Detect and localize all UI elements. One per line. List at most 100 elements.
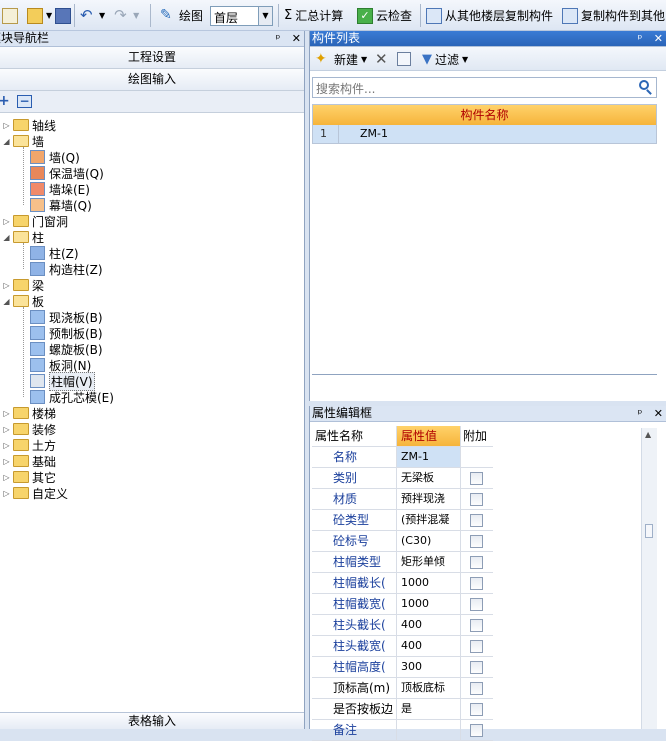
extra-checkbox[interactable] — [470, 493, 483, 506]
extra-checkbox[interactable] — [470, 472, 483, 485]
close-icon[interactable]: ✕ — [654, 407, 663, 420]
property-row[interactable]: 砼标号 (C30) — [312, 531, 493, 552]
property-row[interactable]: 砼类型 (预拌混凝 — [312, 510, 493, 531]
draw-input-button[interactable]: 绘图输入 — [0, 69, 304, 91]
extra-checkbox[interactable] — [470, 640, 483, 653]
delete-icon[interactable]: ✕ — [375, 50, 388, 68]
tree-folder[interactable]: ▷ 楼梯 — [2, 405, 56, 421]
property-value[interactable]: (预拌混凝 — [397, 510, 461, 530]
property-value[interactable]: 1000 — [397, 594, 461, 614]
tree-folder[interactable]: ▷ 装修 — [2, 421, 56, 437]
expand-arrow-icon[interactable]: ▷ — [2, 425, 11, 434]
open-folder-icon[interactable] — [27, 7, 43, 24]
property-row[interactable]: 柱头截长(400 — [312, 615, 493, 636]
extra-checkbox[interactable] — [470, 661, 483, 674]
property-value[interactable]: 预拌现浇 — [397, 489, 461, 509]
property-value[interactable]: 400 — [397, 636, 461, 656]
extra-checkbox[interactable] — [470, 619, 483, 632]
tree-item[interactable]: 墙(Q) — [30, 149, 80, 165]
tree-item[interactable]: 成孔芯模(E) — [30, 389, 114, 405]
expand-arrow-icon[interactable]: ▷ — [2, 457, 11, 466]
tree-item[interactable]: 构造柱(Z) — [30, 261, 103, 277]
property-value[interactable]: ZM-1 — [397, 447, 461, 467]
open-dropdown-icon[interactable]: ▼ — [46, 11, 52, 20]
redo-icon[interactable]: ↷ — [114, 7, 130, 24]
chevron-down-icon[interactable]: ▼ — [258, 7, 272, 25]
property-value[interactable]: (C30) — [397, 531, 461, 551]
expand-arrow-icon[interactable]: ▷ — [2, 489, 11, 498]
extra-checkbox[interactable] — [470, 556, 483, 569]
expand-arrow-icon[interactable]: ▷ — [2, 473, 11, 482]
property-row[interactable]: 柱头截宽(400 — [312, 636, 493, 657]
new-file-icon[interactable] — [2, 7, 18, 24]
search-icon[interactable] — [637, 79, 655, 96]
property-row[interactable]: 备注 — [312, 720, 493, 741]
pin-icon[interactable]: ᵖ — [276, 32, 281, 45]
tree-item[interactable]: 柱帽(V) — [30, 371, 95, 391]
collapse-arrow-icon[interactable]: ◢ — [2, 297, 11, 306]
table-input-button[interactable]: 表格输入 — [0, 712, 304, 729]
expand-all-icon[interactable]: + — [0, 93, 10, 109]
expand-arrow-icon[interactable]: ▷ — [2, 441, 11, 450]
extra-checkbox[interactable] — [470, 682, 483, 695]
property-value[interactable]: 顶板底标 — [397, 678, 461, 698]
tree-folder[interactable]: ▷ 其它 — [2, 469, 56, 485]
property-row[interactable]: 材质 预拌现浇 — [312, 489, 493, 510]
tree-item[interactable]: 预制板(B) — [30, 325, 103, 341]
extra-checkbox[interactable] — [470, 724, 483, 737]
close-icon[interactable]: ✕ — [654, 32, 663, 45]
extra-checkbox[interactable] — [470, 598, 483, 611]
tree-item[interactable]: 柱(Z) — [30, 245, 79, 261]
property-row[interactable]: 柱帽高度(300 — [312, 657, 493, 678]
project-settings-button[interactable]: 工程设置 — [0, 47, 304, 69]
undo-icon[interactable]: ↶ — [80, 7, 96, 24]
component-search-input[interactable]: 搜索构件... — [312, 77, 657, 98]
extra-checkbox[interactable] — [470, 535, 483, 548]
property-row[interactable]: 柱帽截宽(1000 — [312, 594, 493, 615]
property-row[interactable]: 顶标高(m) 顶板底标 — [312, 678, 493, 699]
tree-folder[interactable]: ▷ 梁 — [2, 277, 44, 293]
copy-component-icon[interactable] — [397, 52, 411, 66]
redo-dropdown-icon[interactable]: ▼ — [133, 11, 139, 20]
property-value[interactable]: 矩形单倾 — [397, 552, 461, 572]
extra-checkbox[interactable] — [470, 703, 483, 716]
extra-checkbox[interactable] — [470, 577, 483, 590]
collapse-all-icon[interactable]: − — [17, 95, 32, 108]
pin-icon[interactable]: ᵖ — [638, 32, 643, 45]
draw-button[interactable]: ✎ 绘图 — [160, 5, 203, 26]
undo-dropdown-icon[interactable]: ▼ — [99, 11, 105, 20]
property-value[interactable]: 300 — [397, 657, 461, 677]
tree-item[interactable]: 螺旋板(B) — [30, 341, 103, 357]
floor-select[interactable]: 首层 ▼ — [210, 6, 273, 26]
expand-arrow-icon[interactable]: ▷ — [2, 217, 11, 226]
sum-button[interactable]: Σ 汇总计算 — [284, 5, 343, 26]
property-row[interactable]: 类别 无梁板 — [312, 468, 493, 489]
property-row[interactable]: 柱帽截长(1000 — [312, 573, 493, 594]
expand-arrow-icon[interactable]: ▷ — [2, 121, 11, 130]
property-value[interactable]: 无梁板 — [397, 468, 461, 488]
tree-item[interactable]: 幕墙(Q) — [30, 197, 92, 213]
new-component-button[interactable]: ✦ 新建 ▼ — [315, 49, 367, 70]
tree-item[interactable]: 保温墙(Q) — [30, 165, 104, 181]
tree-folder[interactable]: ▷ 土方 — [2, 437, 56, 453]
expand-arrow-icon[interactable]: ▷ — [2, 281, 11, 290]
copy-to-floor-button[interactable]: 复制构件到其他 — [562, 5, 665, 26]
save-icon[interactable] — [55, 7, 72, 24]
property-value[interactable]: 400 — [397, 615, 461, 635]
property-value[interactable]: 1000 — [397, 573, 461, 593]
expand-arrow-icon[interactable]: ▷ — [2, 409, 11, 418]
tree-folder[interactable]: ▷ 基础 — [2, 453, 56, 469]
collapse-arrow-icon[interactable]: ◢ — [2, 137, 11, 146]
copy-from-floor-button[interactable]: 从其他楼层复制构件 — [426, 5, 553, 26]
close-icon[interactable]: ✕ — [292, 32, 301, 45]
property-row[interactable]: 柱帽类型 矩形单倾 — [312, 552, 493, 573]
collapse-arrow-icon[interactable]: ◢ — [2, 233, 11, 242]
table-row[interactable]: 1 ZM-1 — [313, 125, 656, 143]
tree-folder[interactable]: ▷ 轴线 — [2, 117, 56, 133]
scroll-up-icon[interactable]: ▲ — [645, 430, 651, 439]
property-row[interactable]: 名称 ZM-1 — [312, 447, 493, 468]
tree-item[interactable]: 墙垛(E) — [30, 181, 90, 197]
tree-folder[interactable]: ▷ 自定义 — [2, 485, 68, 501]
tree-item[interactable]: 现浇板(B) — [30, 309, 103, 325]
pin-icon[interactable]: ᵖ — [638, 407, 643, 420]
